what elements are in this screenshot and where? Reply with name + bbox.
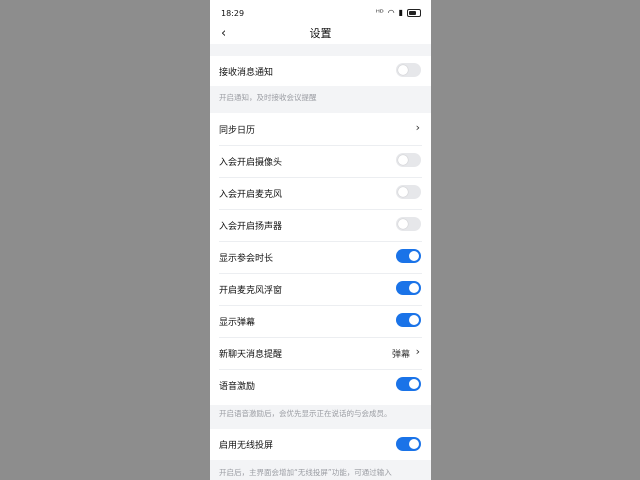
setting-label: 入会开启扬声器 [219, 222, 283, 232]
divider [219, 273, 422, 274]
signal-icon: ▮ [398, 8, 403, 17]
status-time: 18:29 [221, 9, 245, 18]
setting-value: 弹幕 [391, 350, 410, 360]
toggle-knob [398, 187, 408, 197]
toggle-knob [409, 315, 419, 325]
divider [219, 241, 422, 242]
setting-label: 新聊天消息提醒 [219, 350, 283, 360]
header: ‹ 设置 [210, 26, 431, 44]
status-icons: ᴴᴰ ◠ ▮ [376, 8, 421, 17]
battery-icon [407, 8, 421, 17]
toggle-knob [409, 379, 419, 389]
chevron-right-icon: › [415, 121, 420, 134]
setting-receive-notifications: 接收消息通知 [210, 56, 431, 86]
receive-notifications-toggle[interactable] [396, 63, 421, 77]
toggle-knob [409, 251, 419, 261]
setting-label: 显示弹幕 [219, 318, 256, 328]
receive-notifications-hint: 开启通知，及时接收会议提醒 [219, 93, 317, 102]
speaker-on-join-toggle[interactable] [396, 217, 421, 231]
hd-icon: ᴴᴰ [375, 8, 384, 17]
setting-label: 启用无线投屏 [219, 441, 274, 451]
mic-on-join-toggle[interactable] [396, 185, 421, 199]
chevron-right-icon: › [415, 345, 420, 358]
divider [219, 209, 422, 210]
toggle-knob [398, 65, 408, 75]
wifi-icon: ◠ [387, 8, 395, 17]
toggle-knob [409, 439, 419, 449]
wireless-projection-toggle[interactable] [396, 437, 421, 451]
setting-label: 接收消息通知 [219, 68, 274, 78]
toggle-knob [409, 283, 419, 293]
voice-incentive-toggle[interactable] [396, 377, 421, 391]
setting-label: 显示参会时长 [219, 254, 274, 264]
phone-screen: 18:29 ᴴᴰ ◠ ▮ ‹ 设置 接收消息通知 开启通知，及时接收会议提醒 同… [210, 0, 431, 480]
divider [219, 177, 422, 178]
setting-label: 同步日历 [219, 126, 256, 136]
page-title: 设置 [309, 27, 332, 40]
toggle-knob [398, 155, 408, 165]
divider [219, 145, 422, 146]
show-danmaku-toggle[interactable] [396, 313, 421, 327]
divider [219, 337, 422, 338]
mic-float-window-toggle[interactable] [396, 281, 421, 295]
setting-label: 开启麦克风浮窗 [219, 286, 283, 296]
setting-label: 入会开启麦克风 [219, 190, 283, 200]
show-duration-toggle[interactable] [396, 249, 421, 263]
toggle-knob [398, 219, 408, 229]
setting-label: 语音激励 [219, 382, 256, 392]
setting-wireless-projection: 启用无线投屏 [210, 429, 431, 460]
status-bar: 18:29 ᴴᴰ ◠ ▮ [210, 0, 431, 26]
setting-label: 入会开启摄像头 [219, 158, 283, 168]
settings-group: 同步日历 › 入会开启摄像头 入会开启麦克风 入会开启扬声器 显示参会时长 开启… [210, 113, 431, 405]
divider [219, 305, 422, 306]
voice-incentive-hint: 开启语音激励后，会优先显示正在说话的与会成员。 [219, 409, 392, 418]
camera-on-join-toggle[interactable] [396, 153, 421, 167]
wireless-projection-hint: 开启后，主界面会增加“无线投屏”功能，可通过输入 [219, 468, 392, 477]
divider [219, 369, 422, 370]
